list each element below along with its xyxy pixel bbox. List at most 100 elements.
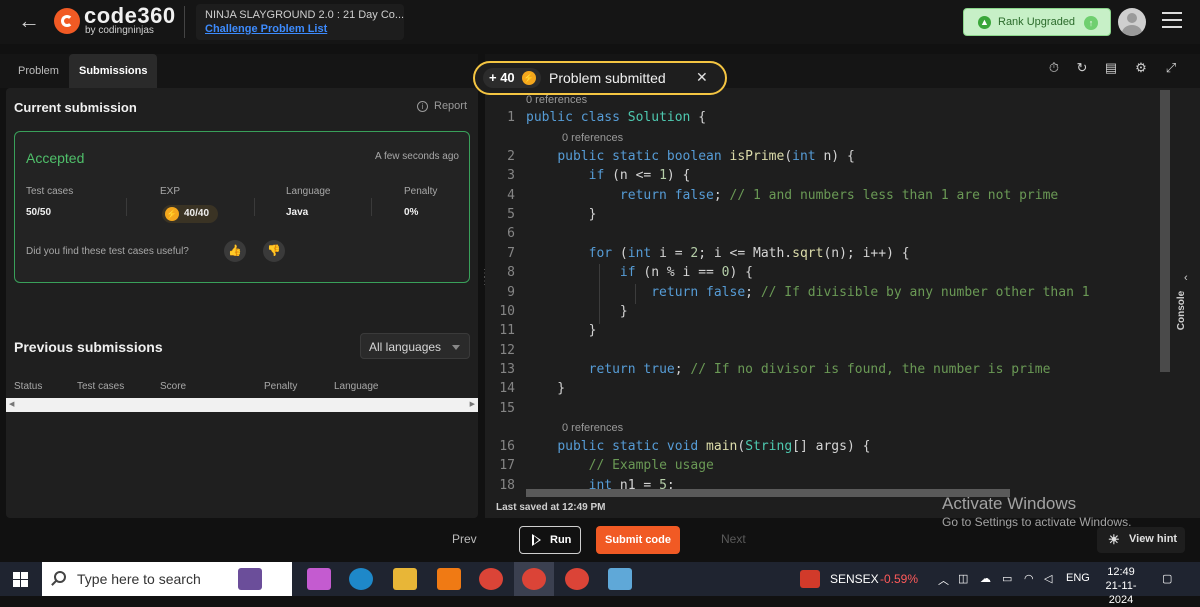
current-submission-title: Current submission bbox=[14, 100, 137, 115]
code360-logo-icon[interactable] bbox=[54, 8, 80, 34]
editor-horizontal-scrollbar[interactable] bbox=[526, 489, 1010, 497]
avatar[interactable] bbox=[1118, 8, 1146, 36]
play-icon bbox=[532, 534, 541, 546]
layout-icon[interactable]: ▤ bbox=[1103, 60, 1119, 76]
editor-vertical-scrollbar[interactable] bbox=[1160, 90, 1170, 372]
references-label: 0 references bbox=[562, 422, 624, 434]
test-cases-header: Test cases bbox=[26, 186, 74, 197]
line-number: 9 bbox=[507, 285, 515, 300]
column-test-cases: Test cases bbox=[77, 381, 125, 392]
rank-upgraded-label: Rank Upgraded bbox=[998, 16, 1076, 28]
submission-time: A few seconds ago bbox=[375, 151, 459, 162]
file-explorer-icon[interactable] bbox=[393, 568, 417, 590]
tray-app-icon[interactable]: ◫ bbox=[958, 572, 968, 585]
clock-date: 21-11-2024 bbox=[1105, 580, 1137, 606]
system-clock[interactable]: 12:49 21-11-2024 bbox=[1096, 565, 1146, 607]
windows-taskbar: Type here to search SENSEX -0.59% ︿ ◫ ☁ … bbox=[0, 562, 1200, 606]
challenge-title: NINJA SLAYGROUND 2.0 : 21 Day Co... bbox=[205, 9, 405, 21]
scroll-right-icon[interactable]: ▶ bbox=[470, 400, 475, 408]
edge-browser-icon[interactable] bbox=[349, 568, 373, 590]
line-number: 3 bbox=[507, 168, 515, 183]
settings-gear-icon[interactable]: ⚙ bbox=[1133, 60, 1149, 76]
report-button[interactable]: i Report bbox=[417, 100, 467, 112]
tab-submissions[interactable]: Submissions bbox=[69, 54, 158, 88]
rank-arrow-icon: ↑ bbox=[1084, 16, 1098, 30]
lightbulb-icon: ☀ bbox=[1108, 532, 1120, 547]
console-toggle[interactable]: ‹ Console bbox=[1176, 270, 1200, 350]
chevron-down-icon bbox=[452, 345, 460, 350]
view-hint-button[interactable]: ☀ View hint bbox=[1097, 527, 1185, 553]
code-line: } bbox=[526, 207, 597, 222]
panel-resize-handle[interactable]: ⋮⋮ bbox=[480, 269, 490, 296]
language-header: Language bbox=[286, 186, 331, 197]
timer-icon[interactable]: ⏱ bbox=[1046, 60, 1062, 76]
thumbs-down-icon[interactable]: 👎 bbox=[263, 240, 285, 262]
thumbs-up-icon[interactable]: 👍 bbox=[224, 240, 246, 262]
lightning-icon: ⚡ bbox=[165, 207, 179, 221]
chrome-profile-p-icon[interactable] bbox=[565, 568, 589, 590]
rank-up-icon: ▲ bbox=[978, 16, 991, 29]
column-language: Language bbox=[334, 381, 379, 392]
column-score: Score bbox=[160, 381, 187, 392]
code-line: return true; // If no divisor is found, … bbox=[588, 362, 1051, 377]
indent-guide bbox=[599, 264, 600, 324]
exp-value: 40/40 bbox=[184, 208, 210, 219]
onedrive-icon[interactable]: ☁ bbox=[980, 572, 991, 585]
fullscreen-icon[interactable]: ⤢ bbox=[1163, 60, 1179, 76]
rank-upgraded-badge[interactable]: ▲ Rank Upgraded ↑ bbox=[963, 8, 1111, 36]
hamburger-menu-icon[interactable] bbox=[1162, 12, 1182, 30]
previous-submissions-title: Previous submissions bbox=[14, 339, 163, 355]
penalty-header: Penalty bbox=[404, 186, 438, 197]
code-line: return false; // 1 and numbers less than… bbox=[619, 188, 1059, 203]
next-button[interactable]: Next bbox=[721, 532, 746, 546]
exp-badge: ⚡ 40/40 bbox=[162, 205, 218, 223]
chevron-up-icon[interactable]: ︿ bbox=[938, 572, 949, 588]
challenge-breadcrumb: NINJA SLAYGROUND 2.0 : 21 Day Co... Chal… bbox=[196, 4, 404, 40]
points-pill: + 40 ⚡ bbox=[483, 68, 541, 88]
sensex-label: SENSEX bbox=[830, 572, 879, 586]
divider bbox=[254, 198, 255, 216]
code-line: if (n <= 1) { bbox=[588, 168, 691, 183]
horizontal-scrollbar[interactable]: ◀ ▶ bbox=[6, 398, 478, 412]
run-button[interactable]: Run bbox=[519, 526, 581, 554]
console-label: Console bbox=[1176, 290, 1188, 331]
points-value: + 40 bbox=[489, 70, 515, 85]
copilot-icon[interactable] bbox=[307, 568, 331, 590]
chevron-left-icon: ‹ bbox=[1184, 272, 1188, 284]
line-number: 8 bbox=[507, 265, 515, 280]
notepad-icon[interactable] bbox=[608, 568, 632, 590]
reset-icon[interactable]: ↻ bbox=[1074, 60, 1090, 76]
wifi-icon[interactable]: ◠ bbox=[1024, 572, 1034, 585]
notification-icon[interactable]: ▢ bbox=[1162, 572, 1172, 585]
language-filter-select[interactable]: All languages bbox=[360, 333, 470, 359]
chrome-icon[interactable] bbox=[479, 568, 503, 590]
line-number: 12 bbox=[499, 343, 515, 358]
line-number: 5 bbox=[507, 207, 515, 222]
scroll-left-icon[interactable]: ◀ bbox=[9, 400, 14, 408]
lightning-icon: ⚡ bbox=[522, 71, 536, 85]
back-arrow-icon[interactable]: ← bbox=[18, 10, 40, 32]
code-area[interactable]: 0 references 1 public class Solution { 0… bbox=[485, 92, 1170, 490]
line-number: 6 bbox=[507, 226, 515, 241]
challenge-problem-list-link[interactable]: Challenge Problem List bbox=[205, 23, 327, 35]
chrome-profile-icon[interactable] bbox=[522, 568, 546, 590]
vlc-icon[interactable] bbox=[437, 568, 461, 590]
battery-icon[interactable]: ▭ bbox=[1002, 572, 1012, 585]
tab-problem[interactable]: Problem bbox=[8, 54, 69, 88]
language-indicator[interactable]: ENG bbox=[1066, 572, 1090, 584]
divider bbox=[371, 198, 372, 216]
speaker-icon[interactable]: ◁ bbox=[1044, 572, 1052, 585]
code-line: // Example usage bbox=[588, 458, 714, 473]
submit-code-button[interactable]: Submit code bbox=[596, 526, 680, 554]
books-icon bbox=[238, 568, 262, 590]
divider bbox=[126, 198, 127, 216]
close-icon[interactable]: ✕ bbox=[696, 69, 708, 86]
language-value: Java bbox=[286, 207, 309, 218]
left-tab-bar: Problem Submissions bbox=[0, 54, 478, 88]
line-number: 13 bbox=[499, 362, 515, 377]
language-filter-value: All languages bbox=[369, 340, 442, 354]
view-hint-label: View hint bbox=[1129, 533, 1178, 545]
last-saved-status: Last saved at 12:49 PM bbox=[496, 502, 606, 513]
prev-button[interactable]: Prev bbox=[452, 532, 477, 546]
windows-start-icon[interactable] bbox=[13, 572, 29, 588]
